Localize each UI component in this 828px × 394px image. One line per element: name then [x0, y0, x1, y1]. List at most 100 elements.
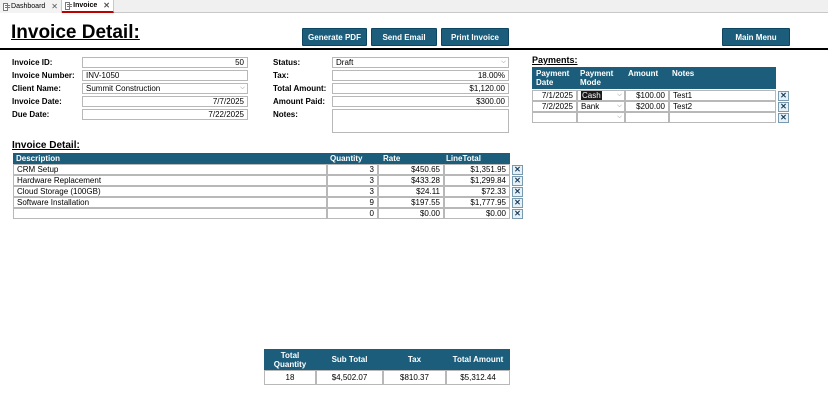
rate-cell[interactable]: $450.65 — [378, 164, 444, 175]
chevron-down-icon[interactable]: ⌵ — [239, 85, 246, 92]
rate-cell[interactable]: $0.00 — [378, 208, 444, 219]
payment-date-cell[interactable]: 7/1/2025 — [532, 90, 577, 101]
total-quantity-header: Total Quantity — [264, 349, 316, 370]
total-amount-header: Total Amount — [446, 349, 510, 370]
due-date-field[interactable]: 7/22/2025 — [82, 109, 248, 120]
description-cell[interactable]: Cloud Storage (100GB) — [13, 186, 327, 197]
invoice-date-label: Invoice Date: — [12, 97, 62, 106]
tab-label: Invoice — [73, 2, 98, 9]
total-amount-value: $5,312.44 — [446, 370, 510, 385]
payment-amount-cell[interactable]: $200.00 — [625, 101, 669, 112]
payment-date-cell[interactable] — [532, 112, 577, 123]
close-icon[interactable]: ✕ — [51, 2, 58, 11]
close-icon[interactable]: ✕ — [512, 198, 523, 208]
chevron-down-icon[interactable]: ⌵ — [616, 92, 623, 99]
close-icon[interactable]: ✕ — [778, 91, 789, 101]
payments-header: Payment Date Payment Mode Amount Notes — [532, 67, 776, 89]
total-quantity-value: 18 — [264, 370, 316, 385]
due-date-label: Due Date: — [12, 110, 50, 119]
close-icon[interactable]: ✕ — [512, 165, 523, 175]
line-total-cell[interactable]: $1,299.84 — [444, 175, 510, 186]
payment-notes-cell[interactable]: Test1 — [669, 90, 776, 101]
tax-total-header: Tax — [383, 349, 446, 370]
description-cell[interactable]: Hardware Replacement — [13, 175, 327, 186]
chevron-down-icon[interactable]: ⌵ — [616, 103, 623, 110]
line-total-cell[interactable]: $1,351.95 — [444, 164, 510, 175]
invoice-id-field[interactable]: 50 — [82, 57, 248, 68]
description-cell[interactable] — [13, 208, 327, 219]
quantity-header: Quantity — [330, 154, 363, 163]
chevron-down-icon[interactable]: ⌵ — [616, 114, 623, 121]
sub-total-header: Sub Total — [316, 349, 383, 370]
notes-label: Notes: — [273, 110, 298, 119]
amount-header: Amount — [628, 69, 659, 78]
quantity-cell[interactable]: 3 — [327, 186, 378, 197]
invoice-number-field[interactable]: INV-1050 — [82, 70, 248, 81]
detail-header: Description Quantity Rate LineTotal — [13, 153, 510, 164]
generate-pdf-button[interactable]: Generate PDF — [302, 28, 367, 46]
description-cell[interactable]: Software Installation — [13, 197, 327, 208]
payment-notes-cell[interactable]: Test2 — [669, 101, 776, 112]
form-icon — [65, 1, 73, 10]
page-title: Invoice Detail: — [11, 22, 140, 43]
client-name-value: Summit Construction — [86, 84, 161, 93]
payment-mode-value: Bank — [581, 102, 600, 111]
status-combobox[interactable]: Draft ⌵ — [332, 57, 509, 68]
total-amount-field[interactable]: $1,120.00 — [332, 83, 509, 94]
close-icon[interactable]: ✕ — [512, 209, 523, 219]
total-amount-label: Total Amount: — [273, 84, 327, 93]
close-icon[interactable]: ✕ — [778, 102, 789, 112]
quantity-cell[interactable]: 0 — [327, 208, 378, 219]
form-icon — [3, 2, 11, 11]
quantity-cell[interactable]: 3 — [327, 175, 378, 186]
tax-field[interactable]: 18.00% — [332, 70, 509, 81]
document-tab-bar: Dashboard ✕ Invoice ✕ — [0, 0, 828, 13]
amount-paid-label: Amount Paid: — [273, 97, 325, 106]
payment-mode-combobox[interactable]: Bank ⌵ — [577, 101, 625, 112]
description-header: Description — [16, 154, 61, 163]
payment-mode-header: Payment Mode — [580, 69, 614, 87]
close-icon[interactable]: ✕ — [512, 176, 523, 186]
close-icon[interactable]: ✕ — [778, 113, 789, 123]
amount-paid-field[interactable]: $300.00 — [332, 96, 509, 107]
close-icon[interactable]: ✕ — [512, 187, 523, 197]
tab-dashboard[interactable]: Dashboard ✕ — [0, 0, 62, 13]
chevron-down-icon[interactable]: ⌵ — [500, 59, 507, 66]
send-email-button[interactable]: Send Email — [371, 28, 437, 46]
title-divider — [0, 48, 828, 50]
client-name-combobox[interactable]: Summit Construction ⌵ — [82, 83, 248, 94]
notes-field[interactable] — [332, 109, 509, 133]
payment-amount-cell[interactable] — [625, 112, 669, 123]
print-invoice-button[interactable]: Print Invoice — [441, 28, 509, 46]
tab-invoice[interactable]: Invoice ✕ — [62, 0, 114, 13]
notes-header: Notes — [672, 69, 695, 78]
description-cell[interactable]: CRM Setup — [13, 164, 327, 175]
payment-mode-value: Cash — [581, 91, 602, 100]
sub-total-value: $4,502.07 — [316, 370, 383, 385]
payments-title: Payments: — [532, 55, 578, 65]
payment-mode-combobox[interactable]: ⌵ — [577, 112, 625, 123]
quantity-cell[interactable]: 9 — [327, 197, 378, 208]
tab-label: Dashboard — [11, 3, 46, 10]
status-label: Status: — [273, 58, 301, 67]
rate-cell[interactable]: $24.11 — [378, 186, 444, 197]
payment-date-header: Payment Date — [536, 69, 570, 87]
main-menu-button[interactable]: Main Menu — [722, 28, 790, 46]
payment-mode-combobox[interactable]: Cash ⌵ — [577, 90, 625, 101]
tax-label: Tax: — [273, 71, 289, 80]
tax-total-value: $810.37 — [383, 370, 446, 385]
invoice-date-field[interactable]: 7/7/2025 — [82, 96, 248, 107]
close-icon[interactable]: ✕ — [103, 1, 110, 10]
invoice-id-label: Invoice ID: — [12, 58, 53, 67]
payment-notes-cell[interactable] — [669, 112, 776, 123]
quantity-cell[interactable]: 3 — [327, 164, 378, 175]
line-total-cell[interactable]: $1,777.95 — [444, 197, 510, 208]
line-total-cell[interactable]: $0.00 — [444, 208, 510, 219]
line-total-cell[interactable]: $72.33 — [444, 186, 510, 197]
invoice-detail-subtitle: Invoice Detail: — [12, 140, 80, 151]
payment-amount-cell[interactable]: $100.00 — [625, 90, 669, 101]
line-total-header: LineTotal — [446, 154, 481, 163]
payment-date-cell[interactable]: 7/2/2025 — [532, 101, 577, 112]
rate-cell[interactable]: $433.28 — [378, 175, 444, 186]
rate-cell[interactable]: $197.55 — [378, 197, 444, 208]
